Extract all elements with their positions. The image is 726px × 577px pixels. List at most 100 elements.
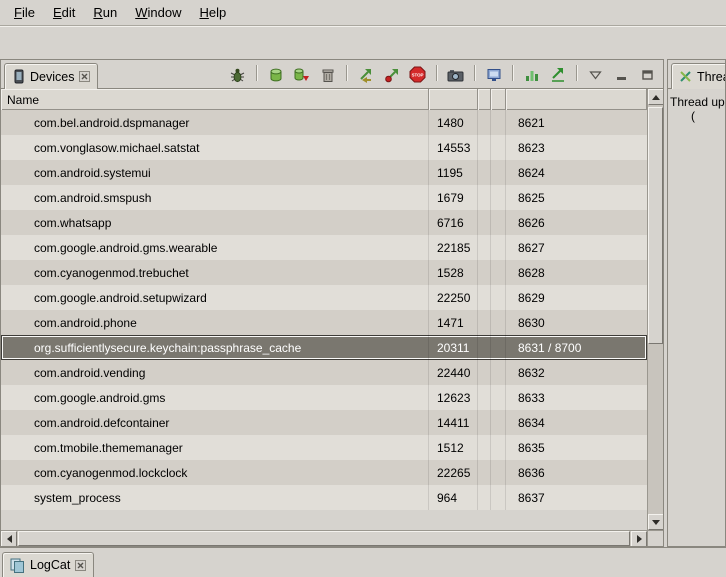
- logcat-tab-close-icon[interactable]: [75, 560, 86, 571]
- column-header-pid[interactable]: [429, 89, 478, 110]
- cell-name: com.bel.android.dspmanager: [1, 110, 429, 135]
- cell-c3: [478, 310, 491, 335]
- tab-logcat[interactable]: LogCat: [2, 552, 94, 577]
- update-threads-icon[interactable]: [356, 66, 375, 83]
- devices-toolbar: STOP: [228, 65, 663, 88]
- threads-message-line2: (: [668, 109, 725, 123]
- cell-c4: [491, 335, 506, 360]
- cell-name: system_process: [1, 485, 429, 510]
- tab-devices[interactable]: Devices: [4, 63, 98, 89]
- menubar: File Edit Run Window Help: [0, 0, 726, 25]
- debug-icon[interactable]: [228, 66, 247, 83]
- table-row[interactable]: com.cyanogenmod.lockclock222658636: [1, 460, 647, 485]
- arrow-up-icon: [652, 95, 660, 100]
- tab-logcat-label: LogCat: [30, 558, 70, 572]
- table-row[interactable]: com.google.android.gms126238633: [1, 385, 647, 410]
- toolbar-separator: [512, 65, 513, 81]
- menu-help[interactable]: Help: [190, 2, 235, 23]
- column-header-name[interactable]: Name: [1, 89, 429, 110]
- devices-tabstrip: Devices: [1, 60, 663, 89]
- cell-pid: 6716: [429, 210, 478, 235]
- arrow-right-icon: [637, 535, 642, 543]
- cell-port: 8630: [506, 310, 647, 335]
- cell-name: com.cyanogenmod.trebuchet: [1, 260, 429, 285]
- start-method-profiling-icon[interactable]: [382, 66, 401, 83]
- cell-name: com.android.smspush: [1, 185, 429, 210]
- minimize-icon[interactable]: [612, 66, 631, 83]
- cell-c4: [491, 485, 506, 510]
- scroll-left-button[interactable]: [1, 531, 17, 546]
- logcat-bar: LogCat: [0, 547, 726, 577]
- column-header-c4[interactable]: [491, 89, 506, 110]
- cell-pid: 1480: [429, 110, 478, 135]
- vertical-scroll-track[interactable]: [648, 105, 663, 514]
- cell-pid: 22185: [429, 235, 478, 260]
- table-row[interactable]: com.cyanogenmod.trebuchet15288628: [1, 260, 647, 285]
- threads-tabstrip: Threa: [668, 60, 725, 89]
- table-row[interactable]: com.android.defcontainer144118634: [1, 410, 647, 435]
- main-area: Devices: [0, 59, 726, 547]
- table-row[interactable]: com.bel.android.dspmanager14808621: [1, 110, 647, 135]
- table-row[interactable]: com.google.android.gms.wearable22185 8627: [1, 235, 647, 260]
- systrace-icon[interactable]: [522, 66, 541, 83]
- cause-gc-icon[interactable]: [318, 66, 337, 83]
- table-row[interactable]: com.whatsapp67168626: [1, 210, 647, 235]
- table-row-selected[interactable]: org.sufficientlysecure.keychain:passphra…: [1, 335, 647, 360]
- menu-edit[interactable]: Edit: [44, 2, 84, 23]
- maximize-icon[interactable]: [638, 66, 657, 83]
- tab-threads[interactable]: Threa: [671, 63, 726, 89]
- horizontal-scroll-track[interactable]: [17, 531, 631, 546]
- table-row[interactable]: com.android.smspush16798625: [1, 185, 647, 210]
- cell-c3: [478, 185, 491, 210]
- cell-port: 8626: [506, 210, 647, 235]
- screen-capture-icon[interactable]: [446, 66, 465, 83]
- table-row[interactable]: com.vonglasow.michael.satstat145538623: [1, 135, 647, 160]
- menu-window[interactable]: Window: [126, 2, 190, 23]
- cell-c4: [491, 185, 506, 210]
- column-header-port[interactable]: [506, 89, 647, 110]
- cell-name: com.vonglasow.michael.satstat: [1, 135, 429, 160]
- toolbar-separator: [346, 65, 347, 81]
- cell-pid: 1528: [429, 260, 478, 285]
- vertical-scrollbar[interactable]: [647, 89, 663, 530]
- cell-c3: [478, 285, 491, 310]
- view-menu-icon[interactable]: [586, 66, 605, 83]
- cell-c4: [491, 310, 506, 335]
- menu-file[interactable]: File: [5, 2, 44, 23]
- threads-message-line1: Thread up: [668, 95, 725, 109]
- opengl-trace-icon[interactable]: [548, 66, 567, 83]
- table-row[interactable]: com.android.systemui11958624: [1, 160, 647, 185]
- table-row[interactable]: com.tmobile.thememanager15128635: [1, 435, 647, 460]
- cell-c3: [478, 460, 491, 485]
- cell-c4: [491, 235, 506, 260]
- cell-port: 8627: [506, 235, 647, 260]
- devices-tab-close-icon[interactable]: [79, 71, 90, 82]
- cell-name: com.google.android.gms.wearable: [1, 235, 429, 260]
- horizontal-scroll-thumb[interactable]: [18, 531, 630, 546]
- cell-c4: [491, 410, 506, 435]
- update-heap-icon[interactable]: [266, 66, 285, 83]
- toolbar-separator: [576, 65, 577, 81]
- table-row[interactable]: com.android.phone14718630: [1, 310, 647, 335]
- cell-c3: [478, 360, 491, 385]
- menu-run[interactable]: Run: [84, 2, 126, 23]
- column-header-c3[interactable]: [478, 89, 491, 110]
- cell-c4: [491, 285, 506, 310]
- cell-port: 8632: [506, 360, 647, 385]
- scroll-down-button[interactable]: [648, 514, 663, 530]
- cell-port: 8624: [506, 160, 647, 185]
- dump-hprof-icon[interactable]: [292, 66, 311, 83]
- vertical-scroll-thumb[interactable]: [648, 107, 663, 344]
- cell-pid: 20311: [429, 335, 478, 360]
- cell-c4: [491, 160, 506, 185]
- cell-pid: 22250: [429, 285, 478, 310]
- table-row[interactable]: com.android.vending224408632: [1, 360, 647, 385]
- scroll-right-button[interactable]: [631, 531, 647, 546]
- table-row[interactable]: com.google.android.setupwizard222508629: [1, 285, 647, 310]
- horizontal-scrollbar[interactable]: [1, 531, 647, 546]
- view-hierarchy-icon[interactable]: [484, 66, 503, 83]
- scroll-up-button[interactable]: [648, 89, 663, 105]
- cell-port: 8634: [506, 410, 647, 435]
- stop-process-icon[interactable]: STOP: [408, 66, 427, 83]
- table-row[interactable]: system_process9648637: [1, 485, 647, 510]
